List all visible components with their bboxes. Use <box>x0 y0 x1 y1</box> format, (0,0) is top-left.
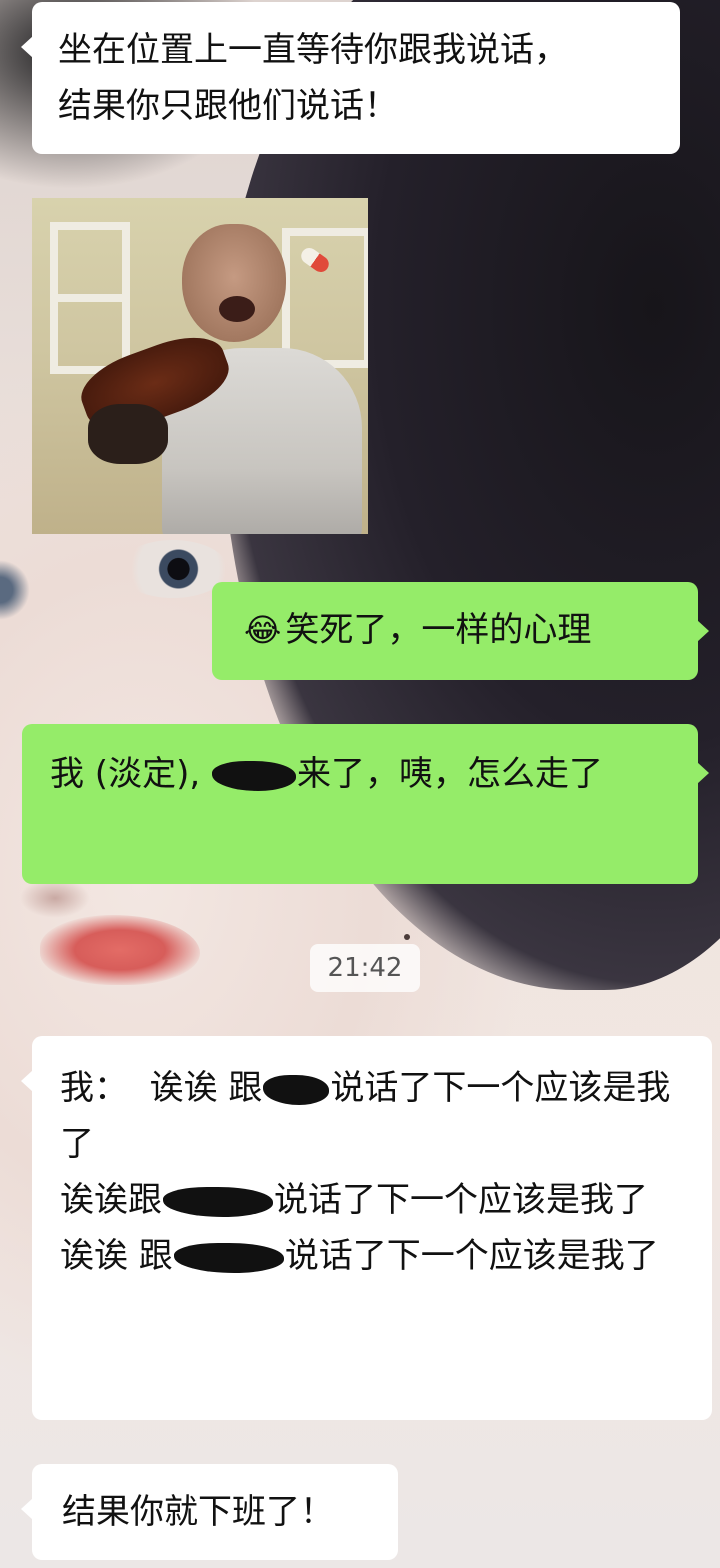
message-text: 结果你就下班了！ <box>62 1492 334 1532</box>
message-text-before: 我 (淡定), <box>50 754 211 794</box>
wallpaper-nose <box>20 878 90 918</box>
sticker-head <box>182 224 286 342</box>
line-2-after: 说话了下一个应该是我了 <box>274 1180 648 1220</box>
redaction-scribble <box>163 1186 273 1217</box>
message-timestamp: 21:42 <box>310 944 420 992</box>
sticker-image[interactable] <box>32 198 368 534</box>
message-text-after: 来了，咦，怎么走了 <box>296 754 603 794</box>
sticker-hand <box>88 404 168 464</box>
tears-of-joy-emoji-icon: 😂 <box>244 611 282 649</box>
sticker-shelf <box>282 228 368 368</box>
message-text: 坐在位置上一直等待你跟我说话， 结果你只跟他们说话！ <box>58 30 568 126</box>
incoming-message-bubble[interactable]: 我： 诶诶 跟说话了下一个应该是我了 诶诶跟 说话了下一个应该是我了 诶诶 跟说话… <box>21 1036 712 1420</box>
outgoing-message-bubble[interactable]: 我 (淡定), 来了，咦，怎么走了 <box>22 724 709 884</box>
redaction-scribble <box>173 1242 284 1273</box>
redaction-scribble <box>211 760 296 791</box>
incoming-message-bubble[interactable]: 坐在位置上一直等待你跟我说话， 结果你只跟他们说话！ <box>21 2 680 154</box>
incoming-message-bubble[interactable]: 结果你就下班了！ <box>21 1464 398 1560</box>
wallpaper-mole <box>404 934 410 940</box>
redaction-scribble <box>263 1074 330 1105</box>
sticker-shelf <box>50 222 130 302</box>
line-3-after: 说话了下一个应该是我了 <box>284 1236 659 1276</box>
outgoing-message-bubble[interactable]: 😂 笑死了，一样的心理 <box>212 582 709 680</box>
line-1-before: 我： 诶诶 跟 <box>60 1068 263 1108</box>
sticker-mouth <box>219 296 255 322</box>
line-2-before: 诶诶跟 <box>60 1180 162 1220</box>
line-3-before: 诶诶 跟 <box>60 1236 173 1276</box>
message-text: 笑死了，一样的心理 <box>285 610 592 650</box>
